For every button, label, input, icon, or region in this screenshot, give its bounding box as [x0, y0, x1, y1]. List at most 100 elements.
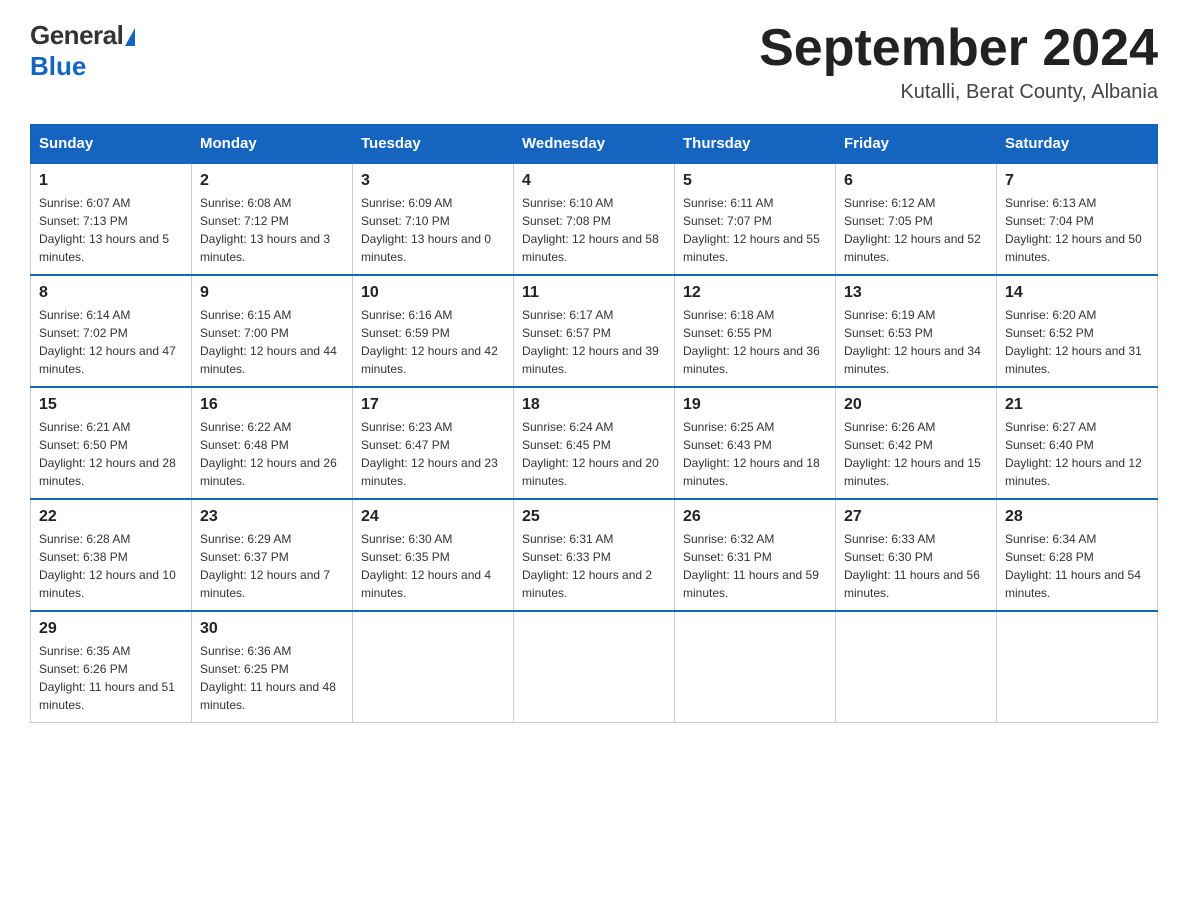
daylight-label: Daylight: 12 hours and 7 minutes. [200, 568, 330, 600]
sunrise-label: Sunrise: 6:28 AM [39, 532, 130, 546]
sunset-label: Sunset: 6:59 PM [361, 326, 450, 340]
day-number: 13 [844, 284, 988, 302]
day-number: 19 [683, 396, 827, 414]
sunrise-label: Sunrise: 6:11 AM [683, 196, 774, 210]
calendar-week-row: 1 Sunrise: 6:07 AM Sunset: 7:13 PM Dayli… [31, 163, 1158, 275]
sunrise-label: Sunrise: 6:10 AM [522, 196, 613, 210]
sunrise-label: Sunrise: 6:16 AM [361, 308, 452, 322]
day-info: Sunrise: 6:20 AM Sunset: 6:52 PM Dayligh… [1005, 306, 1149, 378]
calendar-day-cell: 16 Sunrise: 6:22 AM Sunset: 6:48 PM Dayl… [192, 387, 353, 499]
daylight-label: Daylight: 12 hours and 4 minutes. [361, 568, 491, 600]
calendar-day-cell: 22 Sunrise: 6:28 AM Sunset: 6:38 PM Dayl… [31, 499, 192, 611]
day-info: Sunrise: 6:27 AM Sunset: 6:40 PM Dayligh… [1005, 418, 1149, 490]
daylight-label: Daylight: 12 hours and 15 minutes. [844, 456, 981, 488]
day-info: Sunrise: 6:12 AM Sunset: 7:05 PM Dayligh… [844, 194, 988, 266]
day-of-week-header: Friday [836, 125, 997, 164]
calendar-week-row: 22 Sunrise: 6:28 AM Sunset: 6:38 PM Dayl… [31, 499, 1158, 611]
calendar-day-cell: 2 Sunrise: 6:08 AM Sunset: 7:12 PM Dayli… [192, 163, 353, 275]
daylight-label: Daylight: 13 hours and 3 minutes. [200, 232, 330, 264]
sunset-label: Sunset: 7:07 PM [683, 214, 772, 228]
day-info: Sunrise: 6:09 AM Sunset: 7:10 PM Dayligh… [361, 194, 505, 266]
day-number: 9 [200, 284, 344, 302]
calendar-day-cell: 8 Sunrise: 6:14 AM Sunset: 7:02 PM Dayli… [31, 275, 192, 387]
day-of-week-header: Monday [192, 125, 353, 164]
calendar-day-cell: 26 Sunrise: 6:32 AM Sunset: 6:31 PM Dayl… [675, 499, 836, 611]
sunrise-label: Sunrise: 6:30 AM [361, 532, 452, 546]
daylight-label: Daylight: 12 hours and 10 minutes. [39, 568, 176, 600]
daylight-label: Daylight: 12 hours and 18 minutes. [683, 456, 820, 488]
day-number: 21 [1005, 396, 1149, 414]
day-info: Sunrise: 6:32 AM Sunset: 6:31 PM Dayligh… [683, 530, 827, 602]
day-info: Sunrise: 6:29 AM Sunset: 6:37 PM Dayligh… [200, 530, 344, 602]
sunrise-label: Sunrise: 6:14 AM [39, 308, 130, 322]
calendar-day-cell [514, 611, 675, 723]
daylight-label: Daylight: 12 hours and 34 minutes. [844, 344, 981, 376]
day-info: Sunrise: 6:14 AM Sunset: 7:02 PM Dayligh… [39, 306, 183, 378]
calendar-day-cell: 21 Sunrise: 6:27 AM Sunset: 6:40 PM Dayl… [997, 387, 1158, 499]
sunset-label: Sunset: 6:48 PM [200, 438, 289, 452]
daylight-label: Daylight: 12 hours and 58 minutes. [522, 232, 659, 264]
sunrise-label: Sunrise: 6:31 AM [522, 532, 613, 546]
day-of-week-header: Thursday [675, 125, 836, 164]
sunrise-label: Sunrise: 6:09 AM [361, 196, 452, 210]
day-number: 22 [39, 508, 183, 526]
sunset-label: Sunset: 6:50 PM [39, 438, 128, 452]
daylight-label: Daylight: 12 hours and 12 minutes. [1005, 456, 1142, 488]
day-info: Sunrise: 6:31 AM Sunset: 6:33 PM Dayligh… [522, 530, 666, 602]
calendar-day-cell [675, 611, 836, 723]
day-number: 14 [1005, 284, 1149, 302]
day-of-week-header: Sunday [31, 125, 192, 164]
title-section: September 2024 Kutalli, Berat County, Al… [759, 20, 1158, 104]
sunset-label: Sunset: 6:37 PM [200, 550, 289, 564]
day-number: 20 [844, 396, 988, 414]
day-info: Sunrise: 6:16 AM Sunset: 6:59 PM Dayligh… [361, 306, 505, 378]
calendar-day-cell: 28 Sunrise: 6:34 AM Sunset: 6:28 PM Dayl… [997, 499, 1158, 611]
daylight-label: Daylight: 12 hours and 52 minutes. [844, 232, 981, 264]
daylight-label: Daylight: 13 hours and 5 minutes. [39, 232, 169, 264]
sunset-label: Sunset: 6:52 PM [1005, 326, 1094, 340]
sunset-label: Sunset: 7:02 PM [39, 326, 128, 340]
day-number: 28 [1005, 508, 1149, 526]
sunset-label: Sunset: 6:26 PM [39, 662, 128, 676]
sunrise-label: Sunrise: 6:29 AM [200, 532, 291, 546]
day-number: 25 [522, 508, 666, 526]
daylight-label: Daylight: 12 hours and 42 minutes. [361, 344, 498, 376]
day-number: 26 [683, 508, 827, 526]
sunrise-label: Sunrise: 6:20 AM [1005, 308, 1096, 322]
sunset-label: Sunset: 6:42 PM [844, 438, 933, 452]
day-number: 17 [361, 396, 505, 414]
daylight-label: Daylight: 12 hours and 28 minutes. [39, 456, 176, 488]
month-title: September 2024 [759, 20, 1158, 77]
day-number: 2 [200, 172, 344, 190]
sunset-label: Sunset: 6:38 PM [39, 550, 128, 564]
daylight-label: Daylight: 12 hours and 55 minutes. [683, 232, 820, 264]
daylight-label: Daylight: 12 hours and 23 minutes. [361, 456, 498, 488]
sunrise-label: Sunrise: 6:15 AM [200, 308, 291, 322]
sunrise-label: Sunrise: 6:34 AM [1005, 532, 1096, 546]
day-number: 5 [683, 172, 827, 190]
logo-triangle-icon [125, 28, 135, 46]
calendar-day-cell: 7 Sunrise: 6:13 AM Sunset: 7:04 PM Dayli… [997, 163, 1158, 275]
calendar-day-cell: 5 Sunrise: 6:11 AM Sunset: 7:07 PM Dayli… [675, 163, 836, 275]
day-number: 1 [39, 172, 183, 190]
calendar-table: SundayMondayTuesdayWednesdayThursdayFrid… [30, 124, 1158, 723]
day-number: 6 [844, 172, 988, 190]
calendar-day-cell: 3 Sunrise: 6:09 AM Sunset: 7:10 PM Dayli… [353, 163, 514, 275]
sunset-label: Sunset: 6:43 PM [683, 438, 772, 452]
calendar-day-cell: 15 Sunrise: 6:21 AM Sunset: 6:50 PM Dayl… [31, 387, 192, 499]
calendar-day-cell [997, 611, 1158, 723]
day-info: Sunrise: 6:15 AM Sunset: 7:00 PM Dayligh… [200, 306, 344, 378]
calendar-day-cell: 11 Sunrise: 6:17 AM Sunset: 6:57 PM Dayl… [514, 275, 675, 387]
daylight-label: Daylight: 12 hours and 39 minutes. [522, 344, 659, 376]
sunrise-label: Sunrise: 6:22 AM [200, 420, 291, 434]
daylight-label: Daylight: 12 hours and 20 minutes. [522, 456, 659, 488]
day-info: Sunrise: 6:25 AM Sunset: 6:43 PM Dayligh… [683, 418, 827, 490]
calendar-day-cell: 25 Sunrise: 6:31 AM Sunset: 6:33 PM Dayl… [514, 499, 675, 611]
daylight-label: Daylight: 12 hours and 2 minutes. [522, 568, 652, 600]
day-number: 3 [361, 172, 505, 190]
day-number: 15 [39, 396, 183, 414]
calendar-week-row: 15 Sunrise: 6:21 AM Sunset: 6:50 PM Dayl… [31, 387, 1158, 499]
calendar-day-cell [836, 611, 997, 723]
day-info: Sunrise: 6:34 AM Sunset: 6:28 PM Dayligh… [1005, 530, 1149, 602]
sunset-label: Sunset: 6:28 PM [1005, 550, 1094, 564]
